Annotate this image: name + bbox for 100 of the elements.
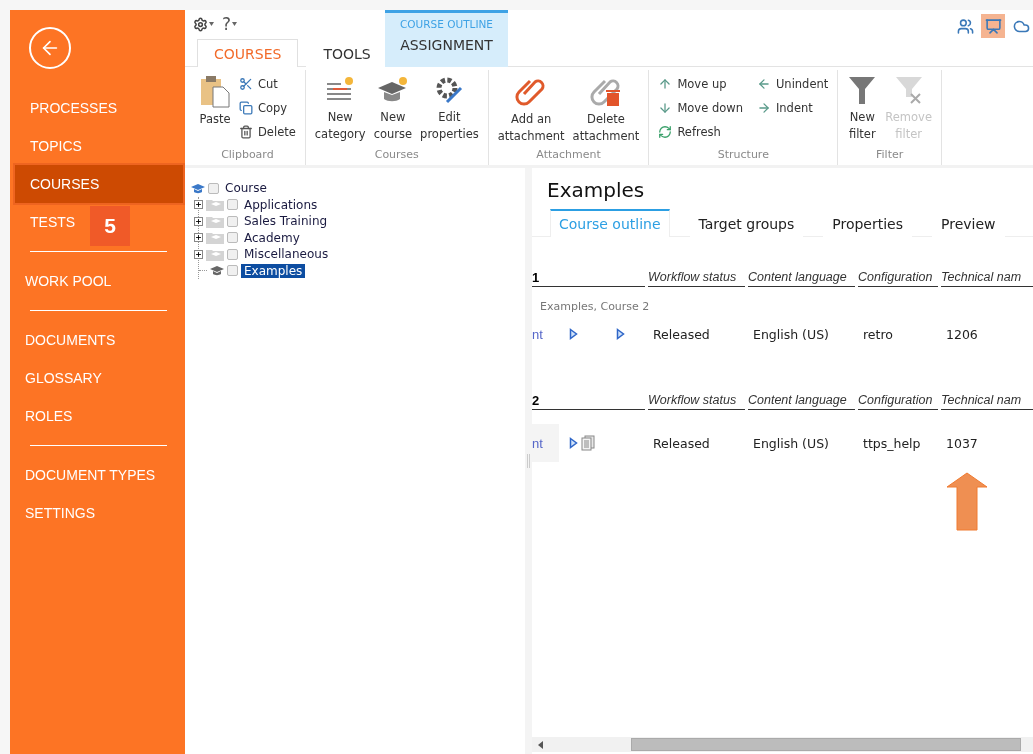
document-icon[interactable] [581, 435, 595, 451]
table-cell-text: 1206 [945, 326, 979, 342]
checkbox[interactable] [208, 182, 219, 194]
ribbon-button[interactable]: Delete attachment [570, 70, 642, 145]
tree-item[interactable]: Course [222, 181, 270, 196]
table-cell-text: Released [652, 435, 711, 451]
arrow-left-icon [756, 77, 771, 91]
checkbox[interactable] [227, 232, 238, 244]
column-header: Workflow status [648, 270, 745, 287]
play-icon[interactable] [569, 328, 578, 340]
copy-icon [239, 101, 253, 115]
checkbox[interactable] [227, 248, 238, 260]
ribbon-button[interactable]: New category [312, 70, 368, 143]
column-header: Technical nam [941, 393, 1033, 410]
sidebar-item-label: DOCUMENTS [25, 332, 116, 348]
sidebar-item-label: PROCESSES [30, 100, 118, 116]
table-cell-text: 1037 [945, 435, 979, 451]
settings-menu-button[interactable] [193, 16, 214, 32]
column-header: Content language [748, 270, 855, 287]
ribbon-button[interactable]: New filter [845, 70, 880, 143]
ribbon-button[interactable]: Cut [237, 72, 298, 96]
ribbon-button[interactable]: Move up [656, 72, 745, 96]
ribbon-button[interactable]: Indent [754, 96, 831, 120]
filter-remove-icon [893, 74, 924, 106]
presentation-icon [984, 17, 1002, 35]
play-icon[interactable] [616, 328, 625, 340]
column-header: Configuration [858, 393, 938, 410]
sidebar-item-label: ROLES [25, 408, 73, 424]
arrow-right-icon [756, 101, 771, 115]
horizontal-scrollbar[interactable] [532, 737, 1033, 752]
graduation-cap-icon [210, 265, 224, 277]
contextual-tab[interactable]: COURSE OUTLINE ASSIGNMENT [385, 10, 508, 67]
refresh-icon [658, 125, 673, 139]
ribbon-button[interactable]: Paste [197, 70, 233, 128]
sidebar-item-label: WORK POOL [25, 273, 112, 289]
sidebar-item-label: TESTS [30, 214, 76, 230]
folder-icon [206, 214, 224, 228]
table-cell-text: Released [652, 326, 711, 342]
sidebar-item-label: SETTINGS [25, 505, 95, 521]
ribbon-button[interactable]: Add an attachment [495, 70, 567, 145]
help-menu-button[interactable]: ? [222, 14, 238, 34]
link-text[interactable]: nt [532, 315, 559, 353]
tree-item[interactable]: Examples [241, 263, 306, 278]
ribbon-button[interactable]: Edit properties [418, 70, 481, 143]
ribbon-button[interactable]: New course [371, 70, 415, 143]
scroll-left-icon[interactable] [536, 739, 546, 750]
play-icon[interactable] [569, 437, 578, 449]
graduation-cap-icon [191, 182, 205, 194]
up-arrow-icon [946, 472, 988, 531]
scissors-icon [239, 77, 253, 91]
sidebar-item-label: GLOSSARY [25, 370, 102, 386]
checkbox[interactable] [227, 215, 238, 227]
table-cell-text: English (US) [752, 435, 830, 451]
column-header: Workflow status [648, 393, 745, 410]
filter-icon [847, 74, 878, 106]
sidebar-item[interactable]: COURSES [15, 165, 183, 203]
tree-item[interactable]: Applications [241, 197, 321, 212]
step-badge: 5 [90, 206, 131, 246]
settings-icon [193, 16, 208, 32]
section-number: 1 [532, 270, 645, 287]
section-number: 2 [532, 393, 645, 410]
ribbon-button[interactable]: Move down [656, 96, 745, 120]
group-label: Structure [717, 148, 769, 163]
sidebar-item-label: COURSES [30, 176, 100, 192]
tree-item[interactable]: Academy [241, 230, 303, 245]
expand-toggle[interactable] [194, 249, 203, 259]
expand-toggle[interactable] [194, 200, 203, 210]
tree-item[interactable]: Sales Training [241, 214, 331, 229]
folder-icon [206, 247, 224, 261]
expand-toggle[interactable] [194, 216, 203, 226]
ribbon-button[interactable]: Delete [237, 120, 298, 144]
checkbox[interactable] [227, 265, 238, 277]
folder-icon [206, 231, 224, 245]
table-cell-text: English (US) [752, 326, 830, 342]
ribbon-button[interactable]: Refresh [656, 120, 745, 144]
trash-icon [239, 125, 253, 139]
clipboard-icon [199, 74, 231, 108]
tree-item[interactable]: Miscellaneous [241, 247, 332, 262]
row-caption: Examples, Course 2 [539, 299, 651, 313]
view-button[interactable] [981, 14, 1005, 38]
ribbon-button[interactable]: Unindent [754, 72, 831, 96]
group-label: Courses [374, 148, 419, 163]
column-header: Configuration [858, 270, 938, 287]
sidebar-item-label: DOCUMENT TYPES [25, 467, 156, 483]
tab-label: ASSIGNMENT [400, 37, 493, 53]
back-button[interactable] [29, 27, 71, 69]
ribbon-button[interactable]: Copy [237, 96, 298, 120]
caret-icon [209, 22, 214, 26]
column-header: Content language [748, 393, 855, 410]
checkbox[interactable] [227, 199, 238, 211]
expand-toggle[interactable] [194, 233, 203, 243]
group-label: Clipboard [221, 148, 274, 163]
group-label: Attachment [536, 148, 601, 163]
column-header: Technical nam [941, 270, 1033, 287]
folder-icon [206, 198, 224, 212]
page-title: Examples [547, 178, 646, 202]
table-cell-text: ttps_help [862, 435, 922, 451]
link-text[interactable]: nt [532, 424, 559, 462]
group-label: Filter [876, 148, 904, 163]
users-icon [956, 17, 974, 35]
